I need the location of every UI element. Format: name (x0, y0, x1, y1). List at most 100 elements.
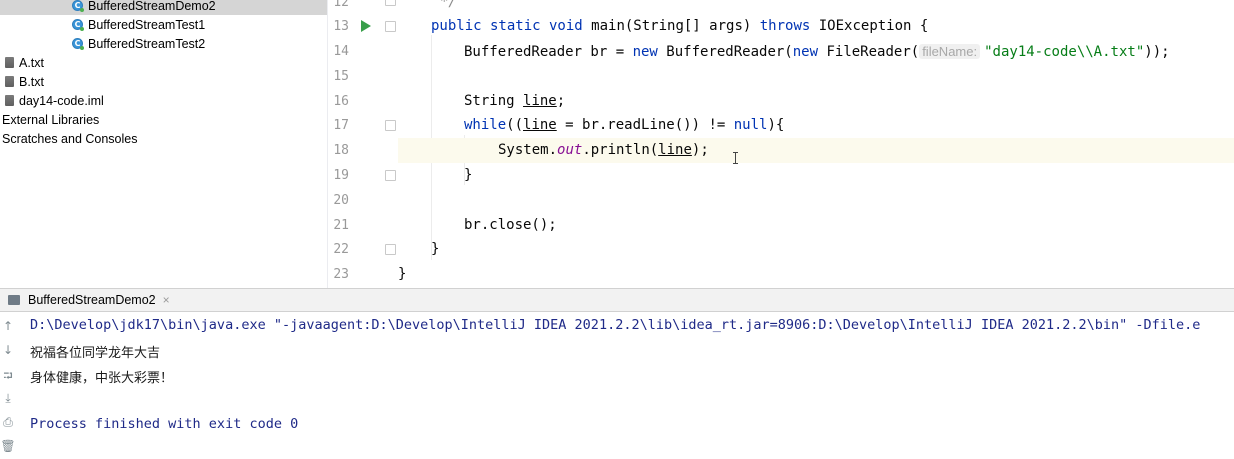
code-line-21: br.close(); (398, 213, 1234, 238)
text-cursor (733, 152, 738, 164)
tree-item-external-libraries[interactable]: External Libraries (0, 110, 327, 129)
code-token: "day14-code\\A.txt" (984, 44, 1145, 60)
module-file-icon (5, 95, 14, 106)
code-line-12: */ (398, 0, 1234, 15)
trash-icon[interactable]: 🗑 (0, 439, 16, 453)
line-number: 14 (333, 44, 349, 59)
code-token: ; (556, 93, 566, 109)
code-token: null (733, 117, 768, 133)
down-arrow-icon[interactable]: ↓ (0, 343, 16, 357)
console-exit-line: Process finished with exit code 0 (30, 416, 299, 432)
run-tab[interactable]: BufferedStreamDemo2 × (8, 289, 170, 311)
code-line-23: } (398, 262, 1234, 287)
code-token: FileReader( (818, 44, 920, 60)
line-number: 16 (333, 94, 349, 109)
tree-item-iml[interactable]: day14-code.iml (0, 91, 327, 110)
code-line-22: } (398, 237, 1234, 262)
code-line-13: public static void main(String[] args) t… (398, 14, 1234, 39)
scroll-to-end-icon[interactable]: ⤓ (0, 391, 16, 406)
line-number: 21 (333, 218, 349, 233)
console-command-line: D:\Develop\jdk17\bin\java.exe "-javaagen… (30, 317, 1201, 333)
line-number: 12 (333, 0, 349, 10)
tree-item-label: A.txt (19, 55, 45, 70)
code-line-19: } (398, 163, 1234, 188)
run-tool-window-header: BufferedStreamDemo2 × (0, 288, 1234, 312)
editor-gutter[interactable]: 12 13 14 15 16 17 18 19 20 21 22 23 (328, 0, 415, 288)
up-arrow-icon[interactable]: ↑ (0, 319, 16, 333)
code-token: } (464, 167, 473, 183)
java-class-icon: C (72, 38, 84, 50)
java-class-icon: C (72, 0, 84, 12)
code-token: ); (691, 142, 709, 158)
tree-item-bufferedstreamdemo2[interactable]: C BufferedStreamDemo2 (0, 0, 327, 15)
fold-marker-icon[interactable] (385, 0, 396, 6)
code-token: line (658, 142, 692, 158)
code-token: */ (440, 0, 457, 10)
tree-item-label: BufferedStreamTest1 (88, 17, 206, 32)
tree-item-label: External Libraries (2, 112, 100, 127)
code-token: (String[] args) (624, 18, 760, 34)
tree-item-label: BufferedStreamTest2 (88, 36, 206, 51)
code-token: )); (1144, 44, 1170, 60)
code-line-18: System.out.println(line); (398, 138, 1234, 163)
run-tab-label: BufferedStreamDemo2 (28, 293, 156, 307)
tree-item-label: Scratches and Consoles (2, 131, 138, 146)
java-class-icon: C (72, 19, 84, 31)
code-token: out (557, 142, 583, 158)
code-token: .println( (582, 142, 659, 158)
tree-item-scratches[interactable]: Scratches and Consoles (0, 129, 327, 148)
code-token: System. (498, 142, 558, 158)
run-gutter-icon[interactable] (361, 20, 371, 32)
run-console[interactable]: ↑ ↓ ⮒ ⤓ ⎙ 🗑 D:\Develop\jdk17\bin\java.ex… (0, 312, 1234, 459)
tree-item-label: B.txt (19, 74, 45, 89)
text-file-icon (5, 57, 14, 68)
code-line-16: String line; (398, 89, 1234, 114)
code-token: while (464, 117, 507, 133)
code-token: line (523, 117, 557, 133)
console-output-line: 身体健康，中张大彩票！ (30, 371, 174, 386)
code-token: new (792, 44, 819, 60)
print-icon[interactable]: ⎙ (0, 415, 16, 430)
code-token: throws (759, 18, 811, 34)
parameter-hint: fileName: (919, 44, 981, 59)
line-number: 23 (333, 267, 349, 282)
code-token: main (591, 18, 625, 34)
tree-item-a-txt[interactable]: A.txt (0, 53, 327, 72)
fold-marker-icon[interactable] (385, 244, 396, 255)
code-token: IOException { (810, 18, 929, 34)
run-config-icon (8, 295, 20, 305)
code-line-14: BufferedReader br = new BufferedReader(n… (398, 39, 1234, 64)
code-editor[interactable]: */ public static void main(String[] args… (398, 0, 1234, 288)
code-token: String (464, 93, 524, 109)
code-token: ){ (767, 117, 785, 133)
close-tab-icon[interactable]: × (163, 293, 170, 307)
code-token: br.close(); (464, 217, 557, 233)
line-number: 18 (333, 143, 349, 158)
code-token: public static void (431, 18, 592, 34)
project-tree-panel: C BufferedStreamDemo2 C BufferedStreamTe… (0, 0, 328, 288)
tree-item-label: day14-code.iml (19, 93, 104, 108)
line-number: 15 (333, 69, 349, 84)
tree-item-b-txt[interactable]: B.txt (0, 72, 327, 91)
text-file-icon (5, 76, 14, 87)
code-token: = br.readLine()) != (556, 117, 734, 133)
tree-item-label: BufferedStreamDemo2 (88, 0, 216, 13)
line-number: 17 (333, 118, 349, 133)
line-number: 22 (333, 242, 349, 257)
code-token: BufferedReader br = (464, 44, 633, 60)
fold-marker-icon[interactable] (385, 120, 396, 131)
fold-marker-icon[interactable] (385, 21, 396, 32)
fold-marker-icon[interactable] (385, 170, 396, 181)
code-token: BufferedReader( (657, 44, 793, 60)
console-output-line: 祝福各位同学龙年大吉 (30, 346, 161, 361)
tree-item-bufferedstreamtest2[interactable]: C BufferedStreamTest2 (0, 34, 327, 53)
code-token: line (523, 93, 557, 109)
tree-item-bufferedstreamtest1[interactable]: C BufferedStreamTest1 (0, 15, 327, 34)
code-line-17: while((line = br.readLine()) != null){ (398, 113, 1234, 138)
code-token: } (431, 241, 440, 257)
code-token: new (632, 44, 658, 60)
line-number: 13 (333, 19, 349, 34)
code-token: (( (506, 117, 524, 133)
code-token: } (398, 266, 407, 282)
soft-wrap-icon[interactable]: ⮒ (0, 367, 16, 388)
